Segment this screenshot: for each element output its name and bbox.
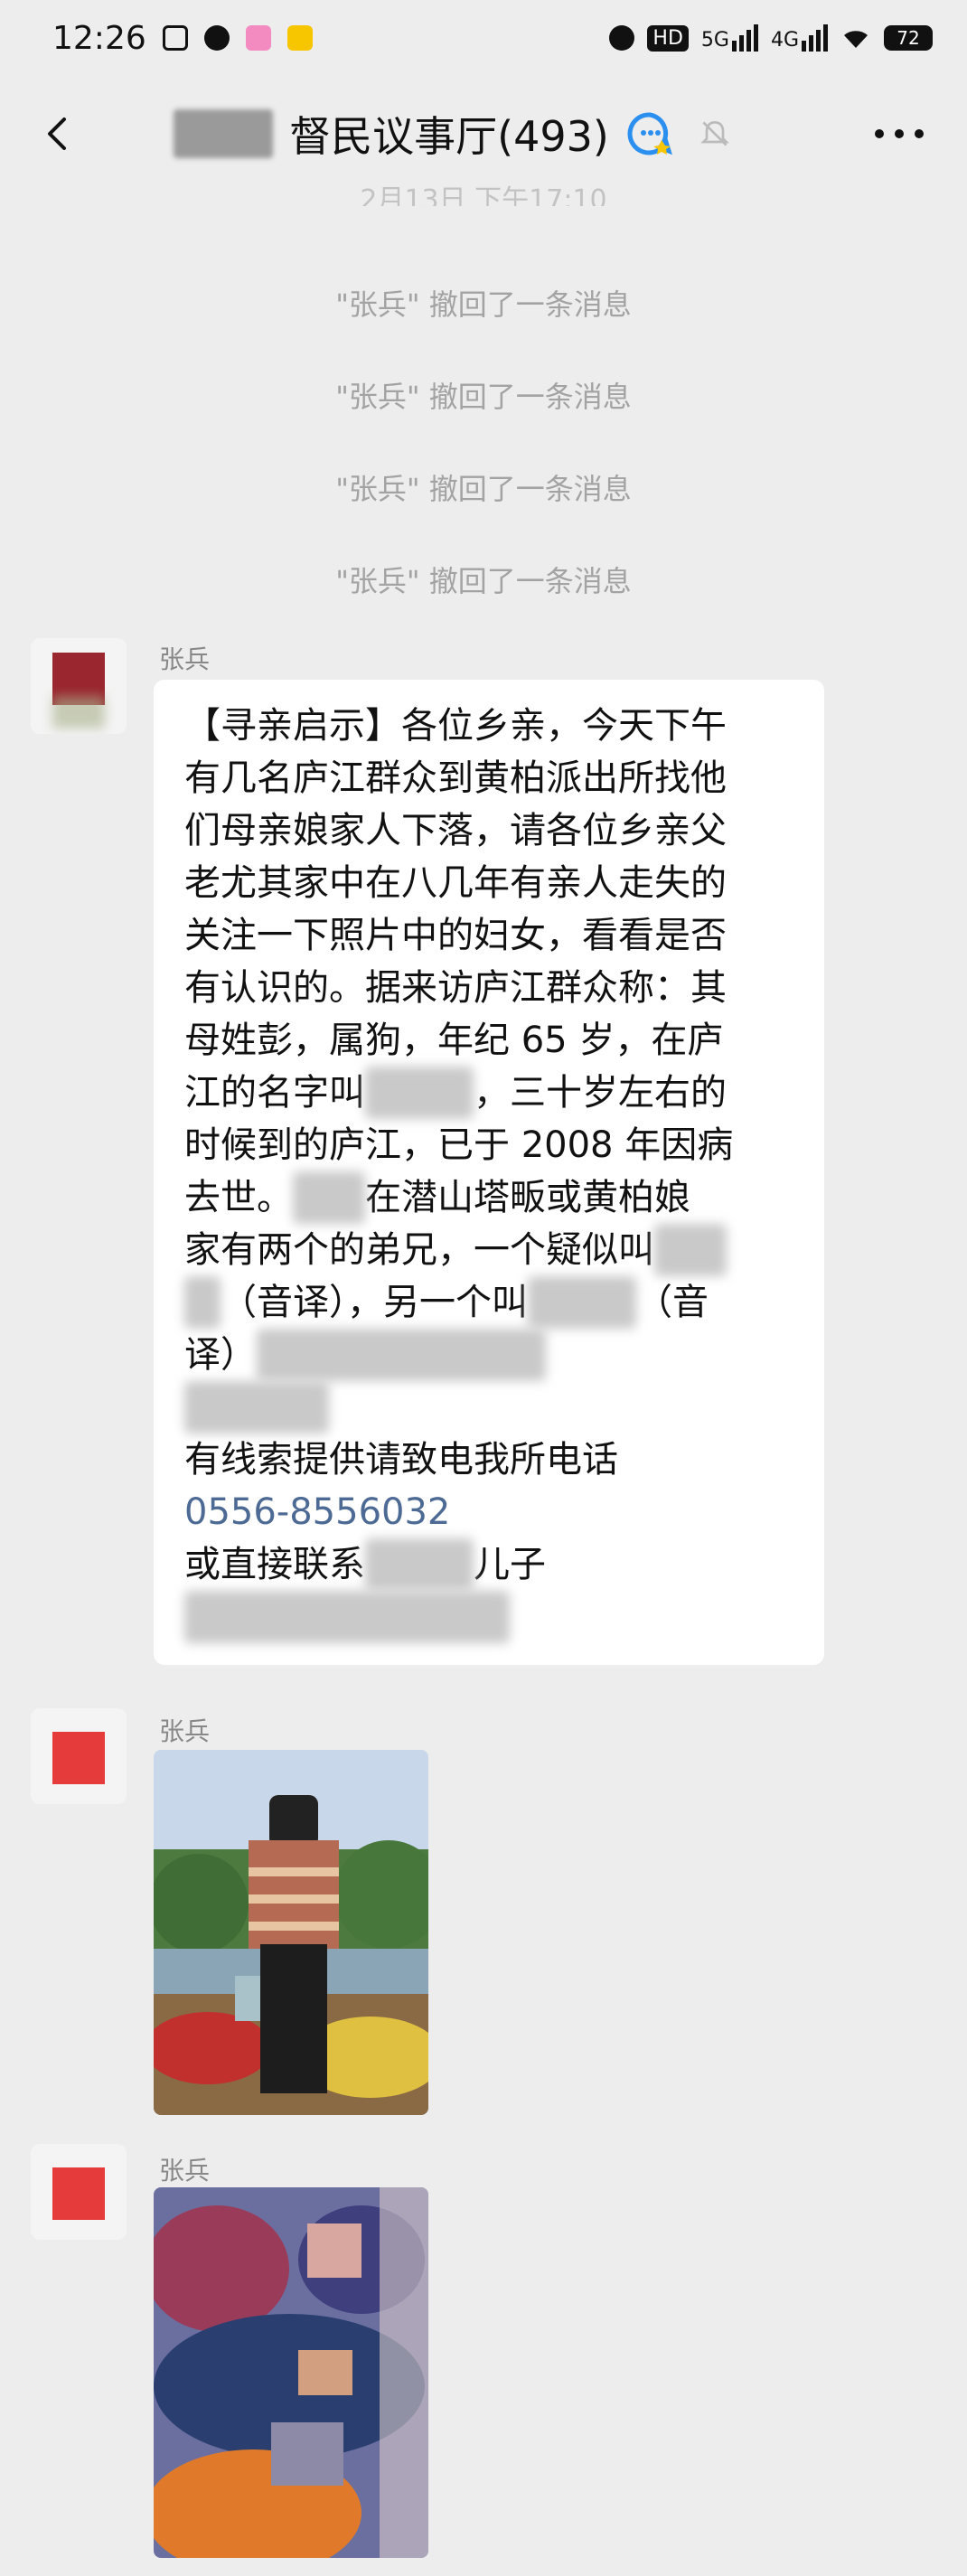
chat-title: 督民议事厅(493) xyxy=(289,112,609,161)
phone-link[interactable]: 0556-8556032 xyxy=(184,1491,450,1533)
redacted-text: 彭 xyxy=(184,1276,221,1329)
wifi-icon xyxy=(840,26,871,50)
message-line: 或直接联系 xyxy=(184,1544,365,1585)
network-4g: 4G xyxy=(771,24,828,52)
recall-notice: "张兵" 撤回了一条消息 xyxy=(335,380,632,414)
recall-notice: "张兵" 撤回了一条消息 xyxy=(335,564,632,598)
redacted-text: 彭彭彭 xyxy=(528,1276,636,1329)
message-line: 译） xyxy=(184,1334,257,1376)
message-line: 有线索提供请致电我所电话 xyxy=(184,1439,618,1481)
message-line: 有几名庐江群众到黄柏派出所找他 xyxy=(184,757,727,799)
message-line: 有认识的。据来访庐江群众称：其 xyxy=(184,967,727,1009)
recall-notice: "张兵" 撤回了一条消息 xyxy=(335,472,632,506)
status-bar: 12:26 HD 5G 4G 72 xyxy=(0,0,967,76)
text-message-bubble[interactable]: 【寻亲启示】各位乡亲，今天下午 有几名庐江群众到黄柏派出所找他 们母亲娘家人下落… xyxy=(154,680,824,1665)
ellipsis-icon xyxy=(875,129,924,138)
photo-message[interactable] xyxy=(154,2187,428,2558)
more-options-button[interactable] xyxy=(868,107,931,161)
message-line: ，三十岁左右的 xyxy=(474,1072,727,1114)
message-line: 儿子 xyxy=(474,1544,546,1585)
recall-notice: "张兵" 撤回了一条消息 xyxy=(335,287,632,322)
redacted-text: 彭彭 xyxy=(654,1224,727,1276)
message-line: 江的名字叫 xyxy=(184,1072,365,1114)
chevron-left-icon xyxy=(48,118,66,150)
redacted-text: 彭彭彭彭 xyxy=(184,1381,329,1434)
battery-indicator: 72 xyxy=(884,25,933,51)
redacted-text: 彭彭彭 xyxy=(365,1067,474,1119)
app-notification-icon xyxy=(162,25,188,51)
redacted-text: 彭彭彭彭彭彭彭彭彭 xyxy=(184,1591,510,1643)
chat-assistant-icon[interactable] xyxy=(625,109,674,158)
message-line: （音译），另一个叫 xyxy=(221,1282,528,1323)
avatar[interactable] xyxy=(31,1708,127,1804)
message-line: 在潜山塔畈或黄柏娘 xyxy=(365,1177,690,1218)
photo-message[interactable] xyxy=(154,1750,428,2115)
redacted-text: 彭彭彭彭彭彭彭彭 xyxy=(257,1329,546,1381)
message-line: 【寻亲启示】各位乡亲，今天下午 xyxy=(184,705,727,747)
message-notification-icon xyxy=(203,25,230,51)
message-timestamp: 2月13日 下午17:10 xyxy=(360,184,607,206)
redacted-text: 彭彭 xyxy=(293,1171,365,1224)
message-line: 时候到的庐江，已于 2008 年因病 xyxy=(184,1124,734,1166)
redacted-text: 彭彭彭 xyxy=(365,1538,474,1591)
message-line: 家有两个的弟兄，一个疑似叫 xyxy=(184,1229,654,1271)
message-line: 关注一下照片中的妇女，看看是否 xyxy=(184,915,727,956)
chat-header: 督民议事厅(493) xyxy=(0,76,967,192)
message-line: 们母亲娘家人下落，请各位乡亲父 xyxy=(184,810,727,851)
flower-notification-icon xyxy=(245,25,271,51)
sender-name: 张兵 xyxy=(159,644,211,674)
network-5g: 5G xyxy=(701,24,758,52)
photo-pixelated-person xyxy=(154,2187,428,2558)
message-line: 母姓彭，属狗，年纪 65 岁，在庐 xyxy=(184,1020,724,1061)
message-line: 去世。 xyxy=(184,1177,293,1218)
sender-name: 张兵 xyxy=(159,2156,211,2186)
avatar[interactable] xyxy=(31,2144,127,2240)
back-button[interactable] xyxy=(31,107,85,161)
alarm-icon xyxy=(609,25,635,51)
bell-off-icon xyxy=(690,109,739,158)
status-time: 12:26 xyxy=(52,19,146,57)
message-line: 老尤其家中在八几年有亲人走失的 xyxy=(184,862,727,904)
redacted-title-prefix xyxy=(174,109,274,158)
meituan-notification-icon xyxy=(286,25,313,51)
message-line: （音 xyxy=(636,1282,709,1323)
avatar[interactable] xyxy=(31,638,127,734)
hd-label: HD xyxy=(647,24,689,52)
photo-woman-in-park xyxy=(154,1750,428,2115)
sender-name: 张兵 xyxy=(159,1716,211,1746)
